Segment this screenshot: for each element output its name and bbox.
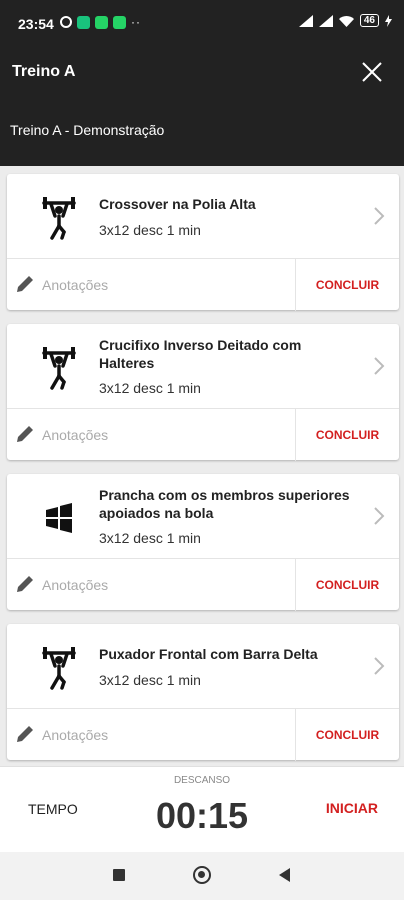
charging-icon — [385, 14, 392, 27]
page-title: Treino A — [12, 63, 76, 80]
chevron-right-icon — [374, 507, 385, 525]
exercise-name: Prancha com os membros superiores apoiad… — [99, 487, 350, 521]
home-icon[interactable] — [193, 866, 211, 884]
app-header: Treino A Treino A - Demonstração — [0, 48, 404, 166]
alarm-icon — [60, 16, 72, 28]
notes-placeholder: Anotações — [42, 277, 109, 293]
exercise-card-header[interactable]: Puxador Frontal com Barra Delta 3x12 des… — [7, 624, 399, 708]
notification-icons: ·· — [60, 15, 141, 29]
close-icon[interactable] — [358, 58, 386, 86]
rest-label: DESCANSO — [173, 775, 231, 786]
concluir-button[interactable]: CONCLUIR — [296, 709, 399, 761]
exercise-detail: 3x12 desc 1 min — [99, 380, 201, 396]
notes-field[interactable]: Anotações — [7, 259, 296, 311]
exercise-detail: 3x12 desc 1 min — [99, 222, 201, 238]
pencil-icon — [17, 726, 33, 742]
exercise-name: Puxador Frontal com Barra Delta — [99, 646, 318, 662]
green-app-icon — [77, 15, 90, 29]
exercise-card: Puxador Frontal com Barra Delta 3x12 des… — [7, 624, 399, 761]
notes-placeholder: Anotações — [42, 427, 109, 443]
page-subtitle: Treino A - Demonstração — [10, 122, 165, 138]
wifi-icon — [338, 15, 354, 27]
exercise-detail: 3x12 desc 1 min — [99, 672, 201, 688]
notes-field[interactable]: Anotações — [7, 559, 296, 611]
notes-placeholder: Anotações — [42, 577, 109, 593]
whatsapp-icon — [113, 15, 126, 29]
exercise-card-header[interactable]: Crucifixo Inverso Deitado com Halteres 3… — [7, 324, 399, 408]
chevron-right-icon — [374, 357, 385, 375]
chevron-right-icon — [374, 657, 385, 675]
back-icon[interactable] — [279, 868, 290, 882]
notes-placeholder: Anotações — [42, 727, 109, 743]
exercise-card-actions: Anotações CONCLUIR — [7, 558, 399, 611]
chevron-right-icon — [374, 207, 385, 225]
signal-icon — [298, 14, 313, 27]
rest-timer: DESCANSO TEMPO 00:15 INICIAR — [0, 766, 404, 852]
whatsapp-icon — [95, 15, 108, 29]
system-icons: 46 — [298, 14, 392, 27]
concluir-button[interactable]: CONCLUIR — [296, 559, 399, 611]
system-nav-bar — [0, 852, 404, 900]
concluir-button[interactable]: CONCLUIR — [296, 259, 399, 311]
weightlifter-icon — [42, 647, 76, 690]
status-time: 23:54 — [18, 16, 54, 32]
exercise-name: Crossover na Polia Alta — [99, 196, 256, 212]
pencil-icon — [17, 426, 33, 442]
weightlifter-icon — [42, 197, 76, 240]
exercise-card-actions: Anotações CONCLUIR — [7, 708, 399, 761]
weightlifter-icon — [42, 347, 76, 390]
battery-icon: 46 — [359, 14, 379, 27]
exercise-card-actions: Anotações CONCLUIR — [7, 408, 399, 461]
more-dots-icon: ·· — [131, 15, 141, 29]
exercise-card: Crucifixo Inverso Deitado com Halteres 3… — [7, 324, 399, 461]
pencil-icon — [17, 576, 33, 592]
signal-icon — [318, 14, 333, 27]
exercise-card-header[interactable]: Prancha com os membros superiores apoiad… — [7, 474, 399, 558]
notes-field[interactable]: Anotações — [7, 709, 296, 761]
status-bar: 23:54 ·· 46 — [0, 0, 404, 48]
notes-field[interactable]: Anotações — [7, 409, 296, 461]
concluir-button[interactable]: CONCLUIR — [296, 409, 399, 461]
iniciar-button[interactable]: INICIAR — [326, 800, 378, 816]
pencil-icon — [17, 276, 33, 292]
exercise-detail: 3x12 desc 1 min — [99, 530, 201, 546]
exercise-card-actions: Anotações CONCLUIR — [7, 258, 399, 311]
windows-grid-icon — [46, 503, 72, 533]
exercise-card: Prancha com os membros superiores apoiad… — [7, 474, 399, 611]
recents-icon[interactable] — [113, 869, 125, 881]
exercise-card-header[interactable]: Crossover na Polia Alta 3x12 desc 1 min — [7, 174, 399, 258]
exercise-card: Crossover na Polia Alta 3x12 desc 1 min … — [7, 174, 399, 311]
exercise-name: Crucifixo Inverso Deitado com Halteres — [99, 337, 302, 371]
